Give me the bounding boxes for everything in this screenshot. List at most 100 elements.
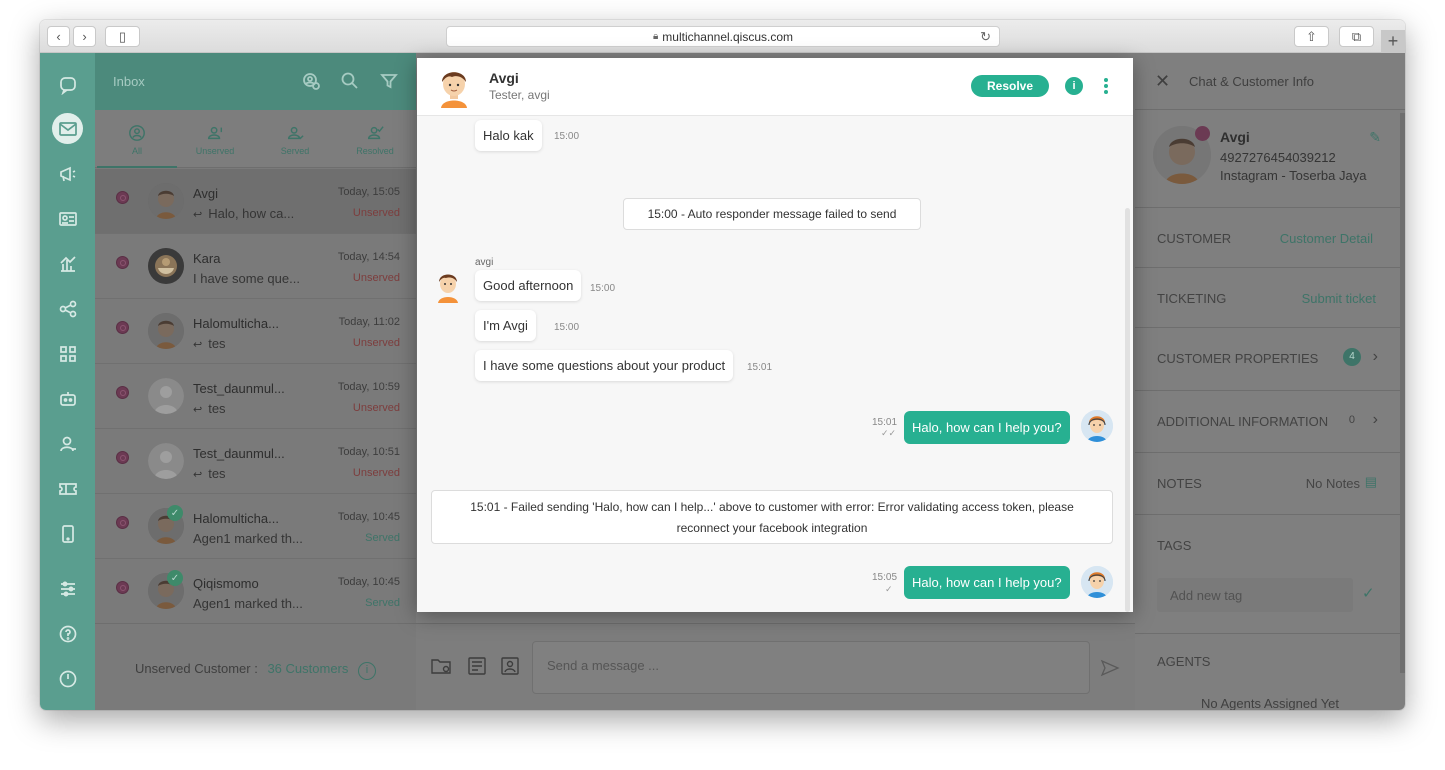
back-button[interactable]: ‹ [47,26,70,47]
chat-modal: Avgi Tester, avgi Resolve i Halo kak 15:… [417,58,1133,612]
list-title: Inbox [113,74,145,89]
reply-icon: ↩ [193,404,203,416]
sender-name: avgi [475,257,494,268]
message-thread[interactable]: Halo kak 15:00 15:00 - Auto responder me… [417,116,1133,612]
instagram-icon [116,321,129,334]
agent-user-icon[interactable] [52,428,83,459]
help-icon[interactable] [52,618,83,649]
new-tab-button[interactable]: + [1381,30,1405,53]
sent-tick-icon: ✓ [885,584,893,594]
broadcast-megaphone-icon[interactable] [52,158,83,189]
filter-icon[interactable] [379,71,401,93]
customer-avatar [435,66,473,108]
conversation-preview: ↩ Halo, how ca... [193,206,294,221]
info-icon[interactable]: i [1065,77,1083,95]
tag-submit-check-icon[interactable]: ✓ [1362,584,1375,602]
ticket-icon[interactable] [52,473,83,504]
forward-button[interactable]: › [73,26,96,47]
conversation-preview: ↩ tes [193,336,226,351]
tab-unserved[interactable]: Unserved [175,110,255,168]
tab-served[interactable]: Served [255,110,335,168]
ticketing-label: TICKETING [1157,291,1227,306]
contact-search-icon[interactable] [301,71,323,93]
reload-icon[interactable]: ↻ [980,29,991,45]
conversation-name: Avgi [193,186,219,201]
instagram-icon [116,386,129,399]
logout-power-icon[interactable] [52,663,83,694]
conversation-time: Today, 10:59 [337,381,400,393]
composer: Send a message ... [416,623,1135,710]
more-vertical-icon[interactable] [1102,76,1110,96]
search-icon[interactable] [340,71,362,93]
template-doc-icon[interactable] [467,657,489,677]
unserved-number[interactable]: 36 Customers [267,661,348,676]
message-bubble-outgoing: Halo, how can I help you? [904,566,1070,599]
conversation-list-panel: Inbox All Unserved Served Resolved Avgi … [95,53,416,710]
conversation-preview: Agen1 marked th... [193,531,303,546]
customer-info-panel: ✕ Chat & Customer Info Avgi 492727645403… [1135,53,1405,710]
message-time: 15:01 [747,362,773,373]
conversation-item[interactable]: Test_daunmul... ↩ tes Today, 10:51 Unserv… [95,429,416,494]
instagram-icon [116,191,129,204]
tab-resolved[interactable]: Resolved [335,110,415,168]
avatar [148,443,184,479]
tag-input[interactable]: Add new tag [1157,578,1353,612]
thread-scrollbar[interactable] [1125,208,1130,612]
inbox-mail-icon[interactable] [52,113,83,144]
chat-bubble-icon[interactable] [52,69,83,100]
bot-icon[interactable] [52,383,83,414]
avatar [148,378,184,414]
address-bar[interactable]: 🔒︎ multichannel.qiscus.com ↻ [446,26,1000,47]
message-input[interactable]: Send a message ... [532,641,1090,694]
conversation-item[interactable]: ✓ Qiqismomo Agen1 marked th... Today, 10… [95,559,416,624]
properties-label: CUSTOMER PROPERTIES [1157,351,1319,366]
instagram-icon [116,516,129,529]
preview-text: tes [208,466,226,481]
conversation-item[interactable]: Kara I have some que... Today, 14:54 Uns… [95,234,416,299]
resolve-button[interactable]: Resolve [971,75,1049,97]
customer-properties-section[interactable]: CUSTOMER PROPERTIES 4 › [1135,328,1405,391]
info-icon[interactable]: i [358,662,376,680]
status-badge: Unserved [352,402,400,414]
tab-all[interactable]: All [97,110,177,168]
customer-detail-link[interactable]: Customer Detail [1280,231,1373,246]
tab-served-label: Served [280,146,310,156]
edit-pencil-icon[interactable]: ✎ [1369,129,1381,146]
submit-ticket-link[interactable]: Submit ticket [1302,291,1376,306]
message-time: 15:01 [872,417,898,428]
notes-doc-icon[interactable]: ▤ [1365,474,1377,490]
message-placeholder: Send a message ... [547,658,660,673]
contacts-card-icon[interactable] [52,203,83,234]
conversation-name: Test_daunmul... [193,381,285,396]
share-button[interactable]: ⇧ [1294,26,1329,47]
status-badge: Unserved [352,207,400,219]
no-notes-text[interactable]: No Notes [1306,476,1360,491]
settings-sliders-icon[interactable] [52,573,83,604]
conversation-item[interactable]: ✓ Halomulticha... Agen1 marked th... Tod… [95,494,416,559]
right-header: ✕ Chat & Customer Info [1135,53,1405,110]
conversation-name: Kara [193,251,221,266]
conversation-item[interactable]: Test_daunmul... ↩ tes Today, 10:59 Unserv… [95,364,416,429]
lock-icon: 🔒︎ [652,31,659,42]
conversation-item[interactable]: Halomulticha... ↩ tes Today, 11:02 Unserv… [95,299,416,364]
image-icon[interactable] [500,657,522,677]
chevron-right-icon: › [1372,411,1378,428]
apps-grid-icon[interactable] [52,338,83,369]
send-icon[interactable] [1100,658,1120,678]
close-icon[interactable]: ✕ [1155,71,1170,92]
attach-folder-icon[interactable] [431,657,453,677]
integration-share-icon[interactable] [52,293,83,324]
message-time: 15:00 [554,131,580,142]
additional-count: 0 [1348,414,1355,426]
conversation-item[interactable]: Avgi ↩ Halo, how ca... Today, 15:05 Unser… [95,169,416,234]
additional-info-section[interactable]: ADDITIONAL INFORMATION 0 › [1135,391,1405,453]
list-footer: Unserved Customer : 36 Customers i [95,623,416,710]
analytics-chart-icon[interactable] [52,248,83,279]
unserved-label: Unserved Customer : [135,661,258,676]
conversation-name: Test_daunmul... [193,446,285,461]
tabs-button[interactable]: ⧉ [1339,26,1374,47]
mobile-app-icon[interactable] [52,518,83,549]
sidebar-toggle-button[interactable]: ▯ [105,26,140,47]
right-scrollbar[interactable] [1400,113,1405,673]
status-badge: Unserved [352,272,400,284]
